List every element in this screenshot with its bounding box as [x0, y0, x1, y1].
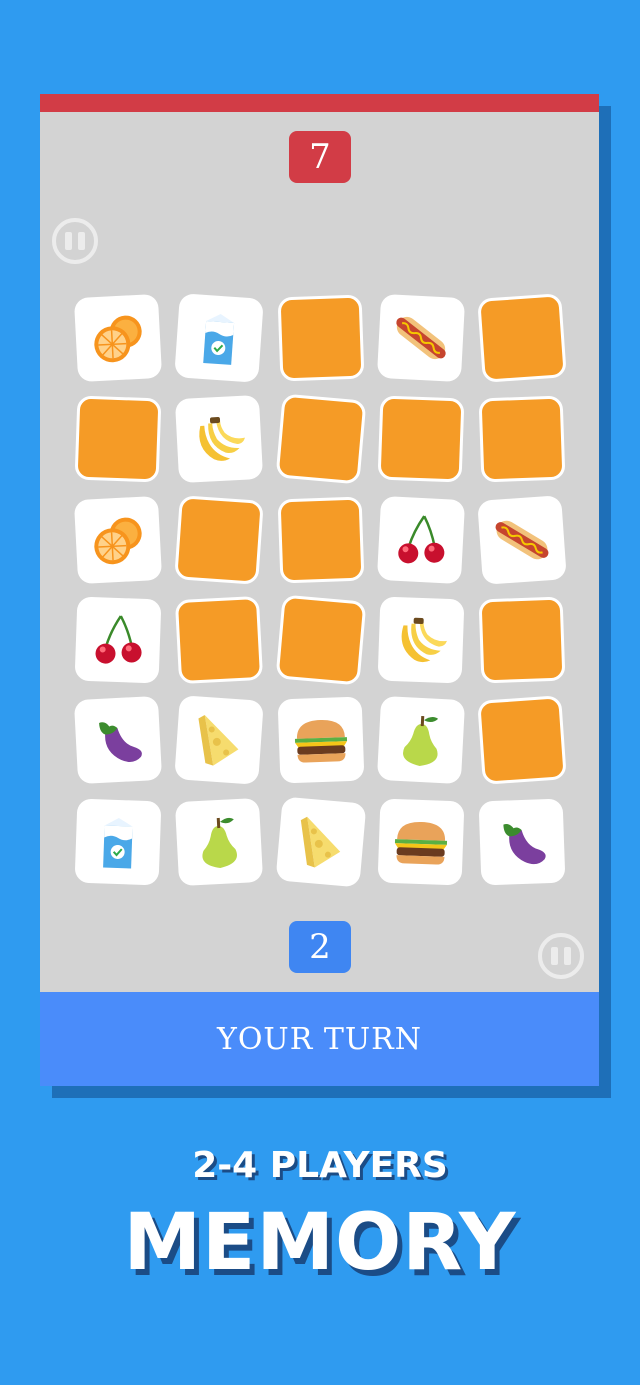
card-cherry[interactable]	[376, 495, 466, 585]
card-banana[interactable]	[174, 394, 264, 484]
card-cheese[interactable]	[275, 796, 367, 888]
card-face-down[interactable]	[277, 496, 365, 584]
card-hotdog[interactable]	[376, 293, 466, 383]
banana-icon	[388, 607, 454, 673]
cheese-icon	[185, 706, 253, 774]
turn-bar: YOUR TURN	[40, 992, 599, 1086]
player-score: 2	[289, 921, 351, 973]
card-orange[interactable]	[73, 495, 163, 585]
game-board: 7 2 YOUR TURN	[40, 94, 599, 1086]
card-eggplant[interactable]	[478, 798, 566, 886]
hotdog-icon	[488, 506, 556, 574]
burger-icon	[388, 809, 454, 875]
turn-label: YOUR TURN	[217, 1021, 422, 1057]
card-burger[interactable]	[377, 798, 465, 886]
cherry-icon	[85, 607, 151, 673]
card-face-down[interactable]	[74, 395, 162, 483]
card-eggplant[interactable]	[73, 695, 163, 785]
card-cheese[interactable]	[174, 695, 264, 785]
game-title: MEMORY	[123, 1198, 517, 1288]
eggplant-icon	[489, 809, 555, 875]
milk-icon	[85, 809, 151, 875]
card-hotdog[interactable]	[477, 495, 567, 585]
card-face-down[interactable]	[477, 293, 567, 383]
card-face-down[interactable]	[174, 495, 264, 585]
card-face-down[interactable]	[277, 294, 365, 382]
card-cherry[interactable]	[74, 596, 162, 684]
card-face-down[interactable]	[477, 695, 567, 785]
card-pear[interactable]	[376, 695, 466, 785]
eggplant-icon	[84, 706, 151, 773]
pear-icon	[185, 808, 252, 875]
card-milk[interactable]	[74, 798, 162, 886]
pear-icon	[387, 706, 454, 773]
card-face-down[interactable]	[275, 393, 367, 485]
card-burger[interactable]	[277, 696, 365, 784]
card-face-down[interactable]	[275, 594, 367, 686]
card-orange[interactable]	[73, 293, 163, 383]
card-banana[interactable]	[377, 596, 465, 684]
card-face-down[interactable]	[478, 596, 566, 684]
players-subtitle: 2-4 PLAYERS	[192, 1145, 448, 1186]
card-face-down[interactable]	[478, 395, 566, 483]
hotdog-icon	[387, 304, 454, 371]
milk-icon	[185, 304, 253, 372]
card-milk[interactable]	[174, 293, 264, 383]
card-pear[interactable]	[174, 797, 264, 887]
pause-icon[interactable]	[538, 933, 584, 979]
cherry-icon	[387, 506, 454, 573]
cheese-icon	[286, 807, 355, 876]
orange-icon	[84, 506, 151, 573]
card-face-down[interactable]	[377, 395, 465, 483]
card-face-down[interactable]	[174, 595, 264, 685]
burger-icon	[288, 707, 354, 773]
banana-icon	[185, 405, 252, 472]
orange-icon	[84, 304, 151, 371]
